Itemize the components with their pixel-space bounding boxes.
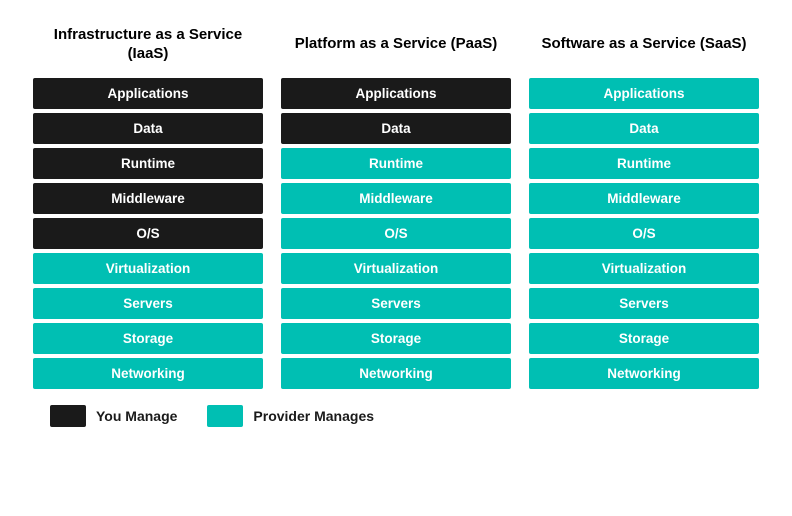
layer-paas-runtime: Runtime	[281, 148, 511, 179]
layer-paas-virtualization: Virtualization	[281, 253, 511, 284]
layer-paas-applications: Applications	[281, 78, 511, 109]
stack-iaas: Applications Data Runtime Middleware O/S Virt…	[33, 78, 263, 389]
legend-item-you-manage: You Manage	[50, 405, 177, 427]
layer-iaas-networking: Networking	[33, 358, 263, 389]
legend-label-you-manage: You Manage	[96, 408, 177, 424]
legend: You Manage Provider Manages	[20, 405, 772, 427]
column-header-saas: Software as a Service (SaaS)	[541, 20, 746, 68]
layer-iaas-storage: Storage	[33, 323, 263, 354]
column-paas: Platform as a Service (PaaS) Applications…	[281, 20, 511, 389]
layer-iaas-data: Data	[33, 113, 263, 144]
layer-saas-virtualization: Virtualization	[529, 253, 759, 284]
layer-saas-runtime: Runtime	[529, 148, 759, 179]
legend-box-provider-manages	[207, 405, 243, 427]
comparison-grid: Infrastructure as a Service (IaaS) Applic…	[20, 20, 772, 389]
layer-saas-networking: Networking	[529, 358, 759, 389]
layer-paas-storage: Storage	[281, 323, 511, 354]
layer-iaas-servers: Servers	[33, 288, 263, 319]
layer-iaas-runtime: Runtime	[33, 148, 263, 179]
layer-iaas-virtualization: Virtualization	[33, 253, 263, 284]
layer-saas-data: Data	[529, 113, 759, 144]
column-saas: Software as a Service (SaaS) Applications…	[529, 20, 759, 389]
stack-paas: Applications Data Runtime Middleware O/S Virt…	[281, 78, 511, 389]
layer-paas-servers: Servers	[281, 288, 511, 319]
layer-paas-o-s: O/S	[281, 218, 511, 249]
stack-saas: Applications Data Runtime Middleware O/S Virt…	[529, 78, 759, 389]
layer-saas-applications: Applications	[529, 78, 759, 109]
legend-box-you-manage	[50, 405, 86, 427]
column-header-paas: Platform as a Service (PaaS)	[295, 20, 498, 68]
layer-saas-o-s: O/S	[529, 218, 759, 249]
layer-iaas-o-s: O/S	[33, 218, 263, 249]
legend-label-provider-manages: Provider Manages	[253, 408, 374, 424]
layer-saas-middleware: Middleware	[529, 183, 759, 214]
layer-iaas-applications: Applications	[33, 78, 263, 109]
column-header-iaas: Infrastructure as a Service (IaaS)	[33, 20, 263, 68]
column-iaas: Infrastructure as a Service (IaaS) Applic…	[33, 20, 263, 389]
layer-saas-storage: Storage	[529, 323, 759, 354]
layer-paas-data: Data	[281, 113, 511, 144]
layer-saas-servers: Servers	[529, 288, 759, 319]
layer-paas-middleware: Middleware	[281, 183, 511, 214]
legend-item-provider-manages: Provider Manages	[207, 405, 374, 427]
layer-iaas-middleware: Middleware	[33, 183, 263, 214]
layer-paas-networking: Networking	[281, 358, 511, 389]
